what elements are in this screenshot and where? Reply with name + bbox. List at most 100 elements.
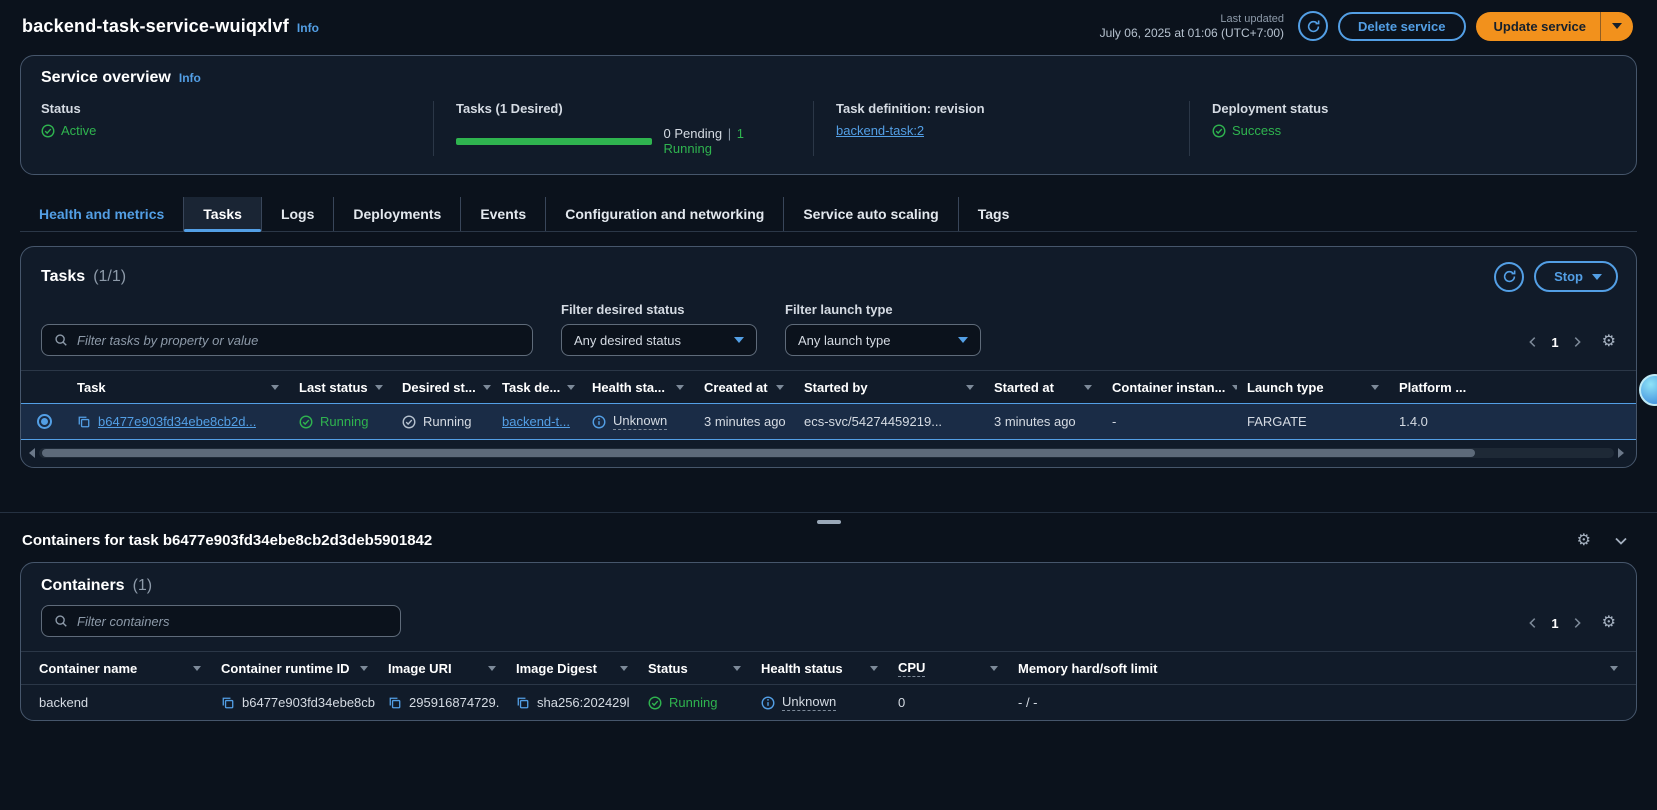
task-definition-link[interactable]: backend-task:2 [836,123,924,138]
column-label: Created at [704,379,768,395]
tasks-table-header: Task Last status Desired st... Task de..… [21,371,1636,404]
column-header-image-uri[interactable]: Image URI [378,652,506,684]
tab-health-and-metrics[interactable]: Health and metrics [20,197,183,231]
column-header-desired-status[interactable]: Desired st... [392,371,492,403]
overview-task-definition: Task definition: revision backend-task:2 [813,101,1189,156]
column-label: Container name [39,660,138,676]
column-header-health-status[interactable]: Health status [751,652,888,684]
tasks-filter-input[interactable] [77,332,520,348]
split-panel-collapse-button[interactable] [1613,533,1629,549]
container-row[interactable]: backend b6477e903fd34ebe8cb 295916874729… [21,685,1636,720]
containers-pagination: 1 ⚙ [1524,614,1616,637]
tasks-table: Task Last status Desired st... Task de..… [21,370,1636,458]
container-health-text[interactable]: Unknown [782,694,837,711]
containers-filter-input[interactable] [77,613,388,629]
scroll-left-arrow[interactable] [29,448,35,458]
row-task-definition-link[interactable]: backend-t... [502,414,570,429]
overview-deployment-status: Deployment status Success [1189,101,1616,156]
refresh-icon [1306,19,1321,34]
started-by-cell: ecs-svc/54274459219... [804,414,943,429]
copy-icon [388,696,402,710]
tasks-settings-button[interactable]: ⚙ [1602,334,1616,350]
tab-configuration-and-networking[interactable]: Configuration and networking [545,197,783,231]
update-service-menu-button[interactable] [1600,11,1633,41]
column-header-runtime-id[interactable]: Container runtime ID [211,652,378,684]
column-header-created-at[interactable]: Created at [694,371,794,403]
tab-logs[interactable]: Logs [260,197,333,231]
task-id-link[interactable]: b6477e903fd34ebe8cb2d... [98,414,256,429]
column-header-status[interactable]: Status [638,652,751,684]
update-service-button[interactable]: Update service [1476,12,1601,41]
chevron-down-icon [1612,23,1622,29]
tab-deployments[interactable]: Deployments [333,197,460,231]
next-page-button[interactable] [1568,614,1586,632]
page-info-link[interactable]: Info [297,21,319,35]
tasks-progress-bar [456,137,652,145]
launch-type-filter-label: Filter launch type [785,302,893,317]
delete-service-button[interactable]: Delete service [1338,11,1466,41]
column-header-launch-type[interactable]: Launch type [1237,371,1389,403]
column-header-cpu[interactable]: CPU [888,652,1008,684]
deployment-status-label: Deployment status [1212,101,1329,116]
tab-tasks[interactable]: Tasks [183,197,261,232]
column-header-started-by[interactable]: Started by [794,371,984,403]
previous-page-button[interactable] [1524,614,1542,632]
last-status-text: Running [320,414,369,429]
column-header-container-instance[interactable]: Container instan... [1102,371,1237,403]
chevron-down-icon [1592,273,1602,280]
stop-button[interactable]: Stop [1534,261,1618,292]
deployment-status-text: Success [1232,123,1282,138]
column-header-image-digest[interactable]: Image Digest [506,652,638,684]
column-label: CPU [898,659,926,677]
next-page-button[interactable] [1568,333,1586,351]
container-name-cell: backend [39,695,89,710]
horizontal-scrollbar [29,448,1624,458]
containers-panel: Containers (1) 1 ⚙ Container name Contai… [20,562,1637,721]
overview-info-link[interactable]: Info [179,71,201,85]
current-page[interactable]: 1 [1548,616,1561,631]
scroll-right-arrow[interactable] [1618,448,1624,458]
launch-type-select[interactable]: Any launch type [785,324,981,356]
column-header-health-status[interactable]: Health sta... [582,371,694,403]
column-header-memory-limit[interactable]: Memory hard/soft limit [1008,652,1636,684]
task-row-radio[interactable] [37,414,52,429]
column-header-task[interactable]: Task [67,371,289,403]
tasks-refresh-button[interactable] [1494,261,1525,292]
scrollbar-track[interactable] [39,448,1614,458]
split-panel: Containers for task b6477e903fd34ebe8cb2… [0,512,1657,810]
tasks-title: Tasks [41,267,86,285]
split-panel-actions: ⚙ [1577,532,1629,549]
current-page[interactable]: 1 [1548,335,1561,350]
column-header-last-status[interactable]: Last status [289,371,392,403]
copy-image-digest-button[interactable] [516,696,530,710]
split-panel-settings-button[interactable]: ⚙ [1577,532,1591,549]
split-panel-header: Containers for task b6477e903fd34ebe8cb2… [0,524,1657,562]
column-header-task-definition[interactable]: Task de... [492,371,582,403]
desired-status-select[interactable]: Any desired status [561,324,757,356]
column-label: Started by [804,379,868,395]
column-label: Health status [761,660,843,676]
image-digest-text: sha256:202429l [537,695,630,710]
copy-image-uri-button[interactable] [388,696,402,710]
task-row[interactable]: b6477e903fd34ebe8cb2d... Running Running… [21,404,1636,439]
tab-events[interactable]: Events [460,197,545,231]
column-header-container-name[interactable]: Container name [21,652,211,684]
info-circle-icon [592,415,606,429]
column-header-platform-version[interactable]: Platform ... [1389,371,1636,403]
tab-tags[interactable]: Tags [957,197,1029,231]
previous-page-button[interactable] [1524,333,1542,351]
column-header-started-at[interactable]: Started at [984,371,1102,403]
launch-type-select-value: Any launch type [798,332,891,348]
container-instance-cell: - [1112,414,1117,429]
health-status-text[interactable]: Unknown [613,413,668,430]
containers-settings-button[interactable]: ⚙ [1602,615,1616,631]
copy-runtime-id-button[interactable] [221,696,235,710]
image-uri-cell: 295916874729. [378,695,506,710]
scrollbar-thumb[interactable] [42,449,1476,457]
amazon-q-widget-button[interactable] [1639,374,1657,406]
tab-service-auto-scaling[interactable]: Service auto scaling [783,197,957,231]
sort-caret-icon [567,384,576,390]
copy-task-id-button[interactable] [77,415,91,429]
page-header: backend-task-service-wuiqxlvf Info Last … [0,0,1657,49]
refresh-button[interactable] [1298,11,1329,41]
